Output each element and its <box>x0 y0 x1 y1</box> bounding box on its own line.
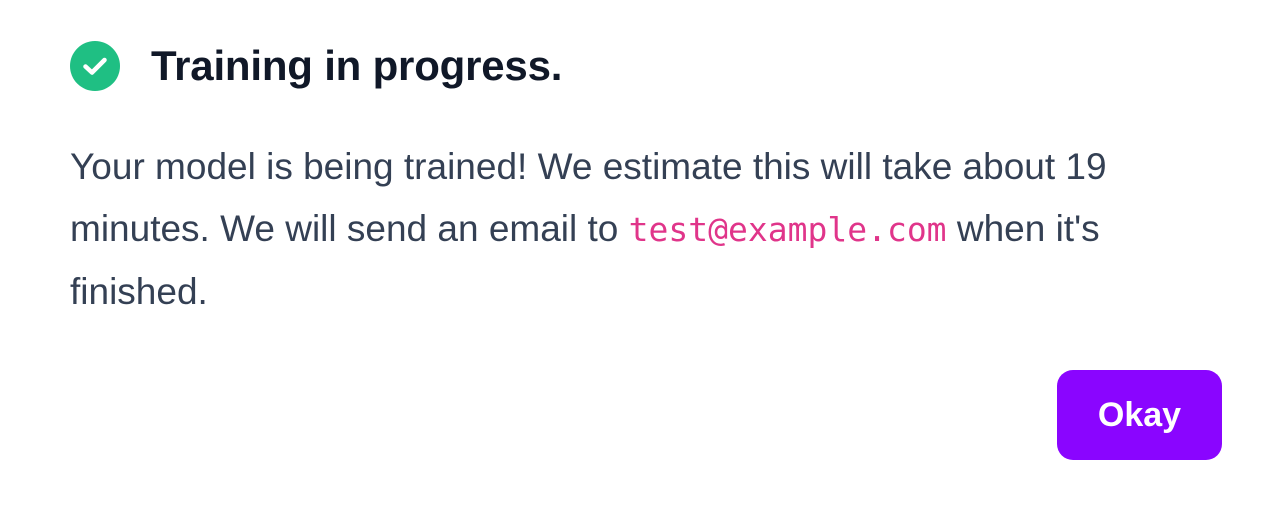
check-mark-icon <box>83 57 107 75</box>
check-circle-icon <box>70 41 120 91</box>
dialog-title: Training in progress. <box>151 42 563 89</box>
training-dialog: Training in progress. Your model is bein… <box>0 0 1272 520</box>
email-address: test@example.com <box>628 210 947 249</box>
dialog-message: Your model is being trained! We estimate… <box>70 136 1220 323</box>
dialog-header: Training in progress. <box>70 40 562 92</box>
okay-button[interactable]: Okay <box>1057 370 1222 460</box>
